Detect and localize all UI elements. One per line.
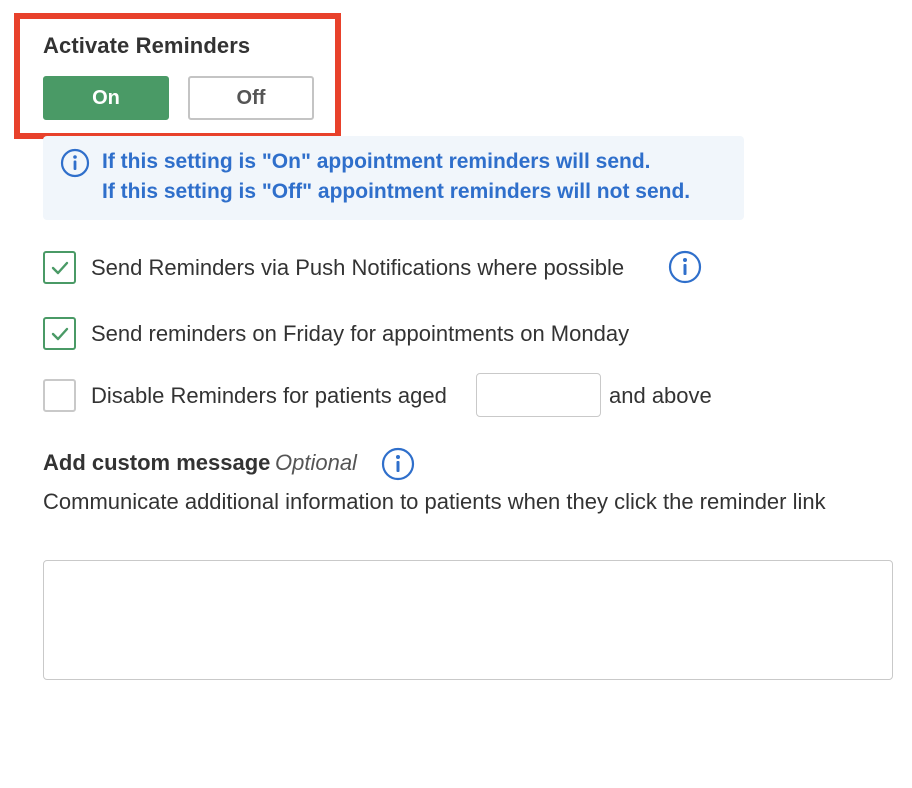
reminder-settings-page: Activate Reminders On Off If this settin… (0, 0, 912, 788)
disable-age-label: Disable Reminders for patients aged (91, 383, 447, 408)
checkmark-icon (51, 261, 69, 275)
custom-message-info-icon[interactable] (381, 447, 415, 481)
info-text-off: If this setting is "Off" appointment rem… (102, 180, 691, 203)
optional-label: Optional (275, 450, 357, 475)
info-panel (43, 136, 744, 220)
age-input[interactable] (476, 373, 601, 417)
custom-message-title: Add custom message (43, 450, 271, 475)
push-notifications-checkbox[interactable] (43, 251, 76, 284)
off-button[interactable]: Off (188, 76, 314, 120)
info-text-on: If this setting is "On" appointment remi… (102, 150, 651, 173)
custom-message-textarea[interactable] (43, 560, 893, 680)
custom-message-description: Communicate additional information to pa… (43, 489, 826, 514)
activate-reminders-title: Activate Reminders (43, 33, 251, 58)
checkmark-icon (51, 327, 69, 341)
on-button[interactable]: On (43, 76, 169, 120)
push-notifications-label: Send Reminders via Push Notifications wh… (91, 255, 625, 280)
friday-reminders-checkbox[interactable] (43, 317, 76, 350)
and-above-label: and above (609, 383, 712, 408)
push-info-icon[interactable] (668, 250, 702, 284)
disable-age-checkbox[interactable] (43, 379, 76, 412)
friday-reminders-label: Send reminders on Friday for appointment… (91, 321, 630, 346)
info-circle-icon (60, 148, 90, 178)
